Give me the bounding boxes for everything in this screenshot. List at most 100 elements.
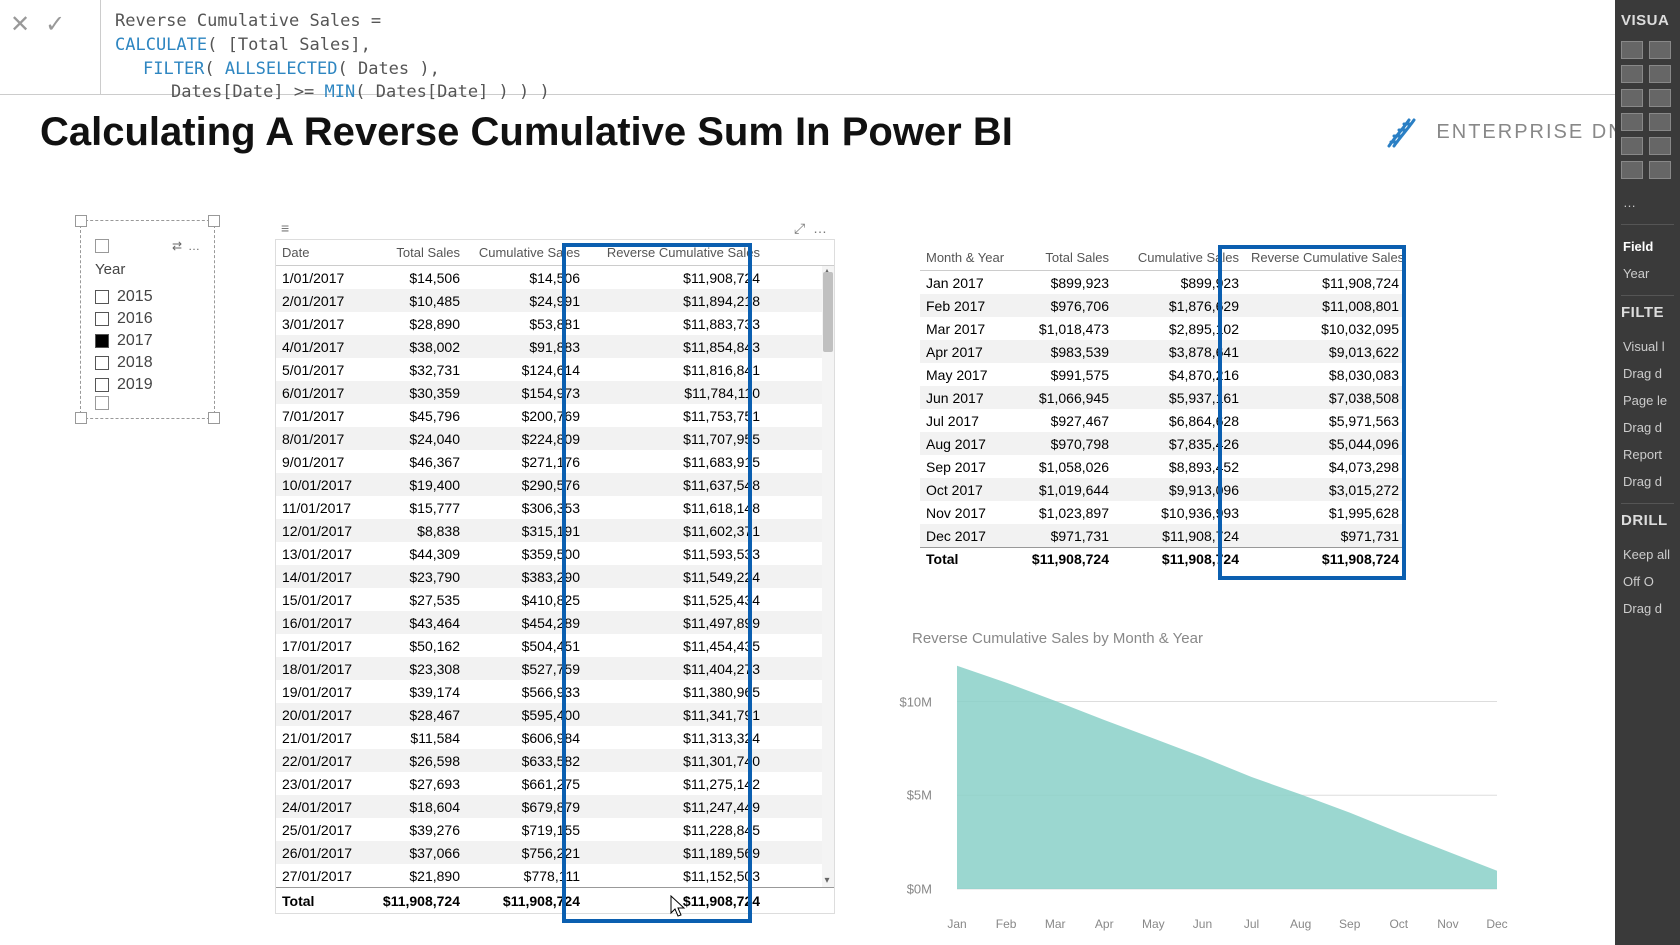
table-row[interactable]: 4/01/2017$38,002$91,883$11,854,843 (276, 335, 822, 358)
filter-drop[interactable]: Drag d (1621, 360, 1674, 387)
filter-drop[interactable]: Drag d (1621, 414, 1674, 441)
viz-icon[interactable] (1621, 41, 1643, 59)
col-total-sales[interactable]: Total Sales (1015, 249, 1115, 266)
table-row[interactable]: Dec 2017$971,731$11,908,724$971,731 (920, 524, 1405, 547)
viz-icon[interactable] (1621, 161, 1643, 179)
table-row[interactable]: 25/01/2017$39,276$719,155$11,228,845 (276, 818, 822, 841)
visualizations-pane[interactable]: VISUA … Field Year FILTE Visual l Drag d… (1615, 0, 1680, 945)
table-row[interactable]: Mar 2017$1,018,473$2,895,102$10,032,095 (920, 317, 1405, 340)
table-row[interactable]: 19/01/2017$39,174$566,933$11,380,965 (276, 680, 822, 703)
table-row[interactable]: 13/01/2017$44,309$359,500$11,593,533 (276, 542, 822, 565)
table-row[interactable]: 12/01/2017$8,838$315,191$11,602,371 (276, 519, 822, 542)
viz-icon[interactable] (1621, 89, 1643, 107)
slicer-item-2016[interactable]: 2016 (95, 308, 200, 330)
table-row[interactable]: 27/01/2017$21,890$778,111$11,152,503 (276, 864, 822, 887)
table-row[interactable]: 16/01/2017$43,464$454,289$11,497,899 (276, 611, 822, 634)
checkbox-icon[interactable] (95, 334, 109, 348)
viz-gallery[interactable] (1621, 41, 1674, 179)
filter-drop[interactable]: Drag d (1621, 468, 1674, 495)
table-row[interactable]: 21/01/2017$11,584$606,984$11,313,324 (276, 726, 822, 749)
checkbox-icon[interactable] (95, 290, 109, 304)
slicer-clear-icon[interactable]: ⇄ (172, 239, 182, 253)
slicer-item-2015[interactable]: 2015 (95, 286, 200, 308)
field-well-item[interactable]: Year (1621, 260, 1674, 287)
table-row[interactable]: 14/01/2017$23,790$383,290$11,549,224 (276, 565, 822, 588)
table-row[interactable]: 6/01/2017$30,359$154,973$11,784,110 (276, 381, 822, 404)
viz-icon[interactable] (1649, 137, 1671, 155)
pane-more-icon[interactable]: … (1621, 189, 1674, 216)
filter-visual-level[interactable]: Visual l (1621, 333, 1674, 360)
viz-icon[interactable] (1621, 113, 1643, 131)
table-row[interactable]: Oct 2017$1,019,644$9,913,096$3,015,272 (920, 478, 1405, 501)
scroll-down-icon[interactable]: ▾ (822, 875, 832, 887)
table-row[interactable]: 5/01/2017$32,731$124,614$11,816,841 (276, 358, 822, 381)
table-row[interactable]: 22/01/2017$26,598$633,582$11,301,740 (276, 749, 822, 772)
viz-icon[interactable] (1621, 137, 1643, 155)
table-row[interactable]: 15/01/2017$27,535$410,825$11,525,434 (276, 588, 822, 611)
col-monthyear[interactable]: Month & Year (920, 249, 1015, 266)
col-cumulative[interactable]: Cumulative Sales (1115, 249, 1245, 266)
viz-icon[interactable] (1621, 65, 1643, 83)
col-date[interactable]: Date (276, 244, 371, 261)
table-row[interactable]: May 2017$991,575$4,870,216$8,030,083 (920, 363, 1405, 386)
table-row[interactable]: Nov 2017$1,023,897$10,936,993$1,995,628 (920, 501, 1405, 524)
col-reverse[interactable]: Reverse Cumulative Sales (586, 244, 766, 261)
checkbox-icon[interactable] (95, 378, 109, 392)
slicer-item-2019[interactable]: 2019 (95, 374, 200, 396)
resize-handle[interactable] (208, 412, 220, 424)
filter-report-level[interactable]: Report (1621, 441, 1674, 468)
col-reverse[interactable]: Reverse Cumulative Sales (1245, 249, 1405, 266)
viz-icon[interactable] (1649, 89, 1671, 107)
drill-drop[interactable]: Drag d (1621, 595, 1674, 622)
viz-icon[interactable] (1649, 161, 1671, 179)
daily-table-body[interactable]: 1/01/2017$14,506$14,506$11,908,7242/01/2… (276, 266, 834, 887)
table-row[interactable]: 23/01/2017$27,693$661,275$11,275,142 (276, 772, 822, 795)
table-row[interactable]: 7/01/2017$45,796$200,769$11,753,751 (276, 404, 822, 427)
col-total-sales[interactable]: Total Sales (371, 244, 466, 261)
table-row[interactable]: Apr 2017$983,539$3,878,641$9,013,622 (920, 340, 1405, 363)
daily-table-visual[interactable]: ≡ ⤢ … Date Total Sales Cumulative Sales … (275, 218, 835, 914)
table-row[interactable]: 10/01/2017$19,400$290,576$11,637,548 (276, 473, 822, 496)
table-row[interactable]: 3/01/2017$28,890$53,881$11,883,733 (276, 312, 822, 335)
checkbox-icon[interactable] (95, 356, 109, 370)
filter-page-level[interactable]: Page le (1621, 387, 1674, 414)
slicer-more-icon[interactable]: … (188, 239, 200, 253)
table-row[interactable]: 18/01/2017$23,308$527,759$11,404,273 (276, 657, 822, 680)
slicer-item-2018[interactable]: 2018 (95, 352, 200, 374)
table-row[interactable]: Jul 2017$927,467$6,864,628$5,971,563 (920, 409, 1405, 432)
table-row[interactable]: Feb 2017$976,706$1,876,629$11,008,801 (920, 294, 1405, 317)
table-row[interactable]: 9/01/2017$46,367$271,176$11,683,915 (276, 450, 822, 473)
resize-handle[interactable] (75, 412, 87, 424)
visual-focus-icon[interactable]: ⤢ (794, 220, 805, 236)
viz-icon[interactable] (1649, 113, 1671, 131)
table-row[interactable]: 26/01/2017$37,066$756,221$11,189,569 (276, 841, 822, 864)
table-row[interactable]: Sep 2017$1,058,026$8,893,452$4,073,298 (920, 455, 1405, 478)
resize-handle[interactable] (75, 215, 87, 227)
table-row[interactable]: 11/01/2017$15,777$306,353$11,618,148 (276, 496, 822, 519)
drill-toggle[interactable]: Off O (1621, 568, 1674, 595)
col-cumulative[interactable]: Cumulative Sales (466, 244, 586, 261)
table-row[interactable]: 20/01/2017$28,467$595,400$11,341,791 (276, 703, 822, 726)
scroll-thumb[interactable] (823, 272, 833, 352)
viz-icon[interactable] (1649, 41, 1671, 59)
formula-commit-icon[interactable]: ✓ (45, 10, 65, 39)
table-row[interactable]: 2/01/2017$10,485$24,991$11,894,218 (276, 289, 822, 312)
resize-handle[interactable] (208, 215, 220, 227)
formula-cancel-icon[interactable]: ✕ (10, 10, 30, 39)
table-row[interactable]: Jan 2017$899,923$899,923$11,908,724 (920, 271, 1405, 294)
scrollbar[interactable]: ▴ ▾ (822, 266, 834, 887)
checkbox-icon[interactable] (95, 312, 109, 326)
visual-more-icon[interactable]: … (813, 220, 829, 236)
table-row[interactable]: 1/01/2017$14,506$14,506$11,908,724 (276, 266, 822, 289)
drill-keep[interactable]: Keep all (1621, 541, 1674, 568)
year-slicer[interactable]: ⇄ … Year 20152016201720182019 (80, 220, 215, 419)
viz-icon[interactable] (1649, 65, 1671, 83)
table-row[interactable]: 8/01/2017$24,040$224,809$11,707,955 (276, 427, 822, 450)
table-row[interactable]: 17/01/2017$50,162$504,451$11,454,435 (276, 634, 822, 657)
table-row[interactable]: Aug 2017$970,798$7,835,426$5,044,096 (920, 432, 1405, 455)
formula-text[interactable]: Reverse Cumulative Sales = CALCULATE( [T… (100, 0, 1680, 94)
visual-options-icon[interactable]: ≡ (281, 220, 289, 237)
table-row[interactable]: 24/01/2017$18,604$679,879$11,247,449 (276, 795, 822, 818)
chart-visual[interactable]: Reverse Cumulative Sales by Month & Year… (912, 630, 1522, 909)
monthly-table-visual[interactable]: Month & Year Total Sales Cumulative Sale… (920, 245, 1405, 570)
